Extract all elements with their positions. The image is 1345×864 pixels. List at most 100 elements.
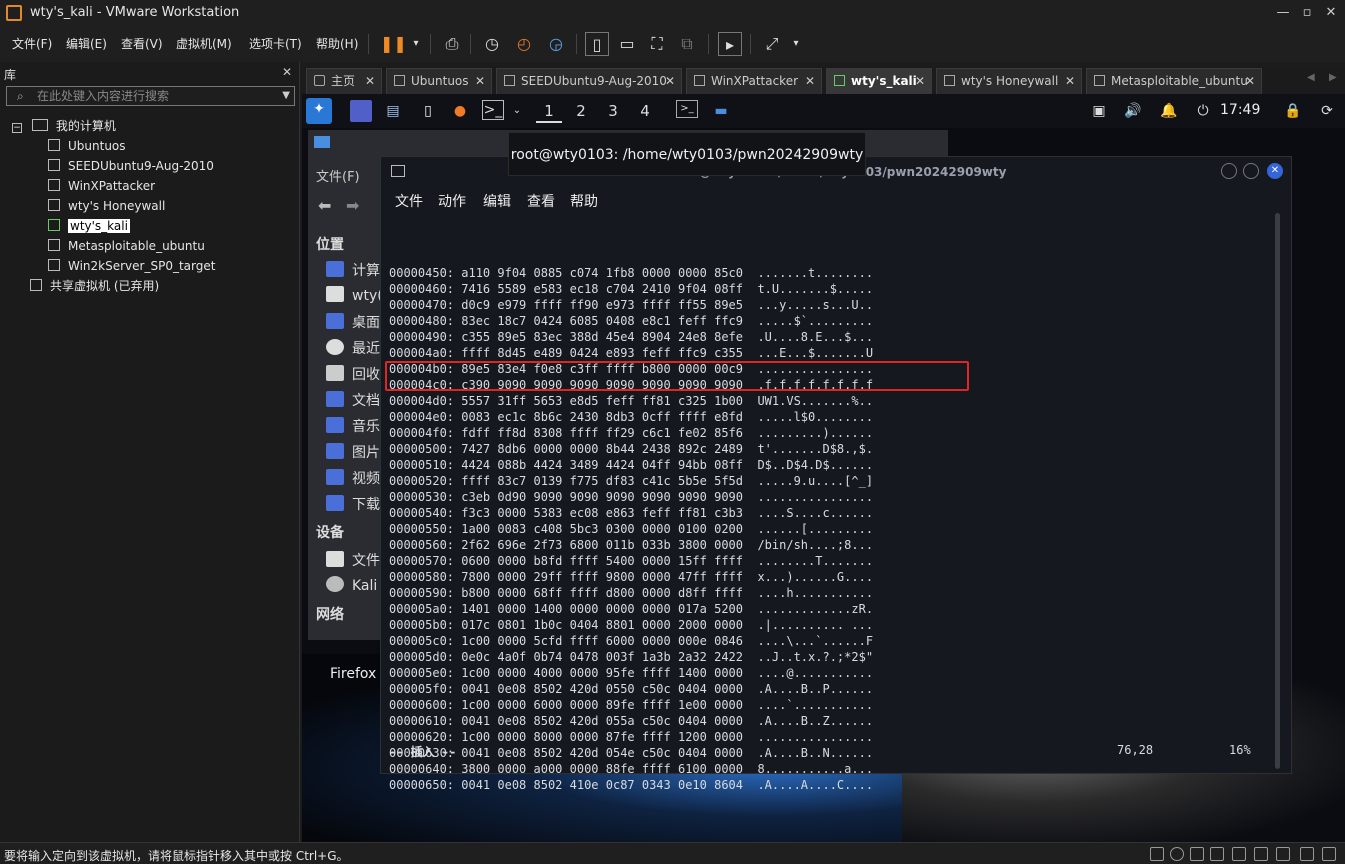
term-menu-view[interactable]: 查看 <box>527 191 555 211</box>
notifications-icon[interactable]: 🔔 <box>1158 100 1180 122</box>
display-icon[interactable] <box>1276 847 1290 861</box>
close-icon[interactable]: ✕ <box>665 69 675 93</box>
fm-place[interactable]: 视频 <box>326 468 380 488</box>
workspace-3[interactable]: 3 <box>600 99 626 123</box>
kali-menu-icon[interactable]: ✦ <box>306 98 332 124</box>
workspace-4[interactable]: 4 <box>632 99 658 123</box>
fm-place[interactable]: 桌面 <box>326 312 380 332</box>
terminal-icon[interactable]: >_ <box>482 100 504 120</box>
collapse-icon[interactable]: − <box>12 123 22 133</box>
hdd-icon[interactable] <box>1150 847 1164 861</box>
fm-place[interactable]: 图片 <box>326 442 380 462</box>
hex-dump-view[interactable]: 00000450: a110 9f04 0885 c074 1fb8 0000 … <box>385 217 969 793</box>
tab-ubuntuos[interactable]: Ubuntuos ✕ <box>386 68 492 94</box>
send-keys-icon[interactable]: ⎙ <box>440 32 464 56</box>
close-icon[interactable]: ✕ <box>365 69 375 93</box>
close-icon[interactable]: ✕ <box>475 69 485 93</box>
vm-guest-screen[interactable]: ✦ ▤ ▯ ● >_ ⌄ 1 2 3 4 >_ ▬ ▣ 🔊 🔔 ⏻ 17:49 … <box>302 94 1345 842</box>
workspace-2[interactable]: 2 <box>568 99 594 123</box>
menu-file[interactable]: 文件(F) <box>12 35 52 52</box>
chevron-down-icon[interactable]: ⌄ <box>506 100 528 122</box>
term-menu-file[interactable]: 文件 <box>395 191 423 211</box>
revert-snapshot-icon[interactable]: ◴ <box>512 32 536 56</box>
close-icon[interactable]: ✕ <box>282 65 292 79</box>
desktop-firefox-label[interactable]: Firefox <box>330 666 376 682</box>
printer-icon[interactable] <box>1254 847 1268 861</box>
menu-view[interactable]: 查看(V) <box>121 35 163 52</box>
thumbnail-view-icon[interactable]: ▭ <box>615 32 639 56</box>
show-desktop-icon[interactable] <box>350 100 372 122</box>
tree-vm-item[interactable]: Win2kServer_SP0_target <box>48 256 215 276</box>
fm-place[interactable]: 最近 <box>326 338 380 358</box>
forward-icon[interactable]: ➡ <box>346 196 359 215</box>
tree-vm-item[interactable]: WinXPattacker <box>48 176 155 196</box>
tab-seedubuntu[interactable]: SEEDUbuntu9-Aug-2010 ✕ <box>496 68 682 94</box>
volume-icon[interactable]: 🔊 <box>1122 100 1144 122</box>
tree-vm-item[interactable]: wty's Honeywall <box>48 196 165 216</box>
tab-metasploitable[interactable]: Metasploitable_ubuntu ✕ <box>1086 68 1262 94</box>
fm-menu-file[interactable]: 文件(F) <box>316 166 360 185</box>
chevron-down-icon[interactable]: ▼ <box>282 87 290 105</box>
close-icon[interactable]: ✕ <box>1320 2 1342 24</box>
tree-shared[interactable]: 共享虚拟机 (已弃用) <box>30 276 159 296</box>
fm-place[interactable]: 计算 <box>326 260 380 280</box>
firefox-icon[interactable]: ● <box>449 100 471 122</box>
tab-honeywall[interactable]: wty's Honeywall ✕ <box>936 68 1082 94</box>
fm-place[interactable]: wty( <box>326 286 383 304</box>
close-icon[interactable]: ✕ <box>1065 69 1075 93</box>
tab-winxpattacker[interactable]: WinXPattacker ✕ <box>686 68 822 94</box>
network-icon[interactable]: ▣ <box>1088 100 1110 122</box>
tab-scroll-right-icon[interactable]: ▶ <box>1329 72 1337 83</box>
back-icon[interactable]: ⬅ <box>318 196 331 215</box>
sound-icon[interactable] <box>1232 847 1246 861</box>
fm-place[interactable]: 下载 <box>326 494 380 514</box>
terminal-window[interactable]: root@wty0103: /home/wty0103/pwn20242909w… <box>380 156 1292 792</box>
fm-place[interactable]: 回收 <box>326 364 380 384</box>
menu-tabs[interactable]: 选项卡(T) <box>249 35 302 52</box>
power-icon[interactable]: ⏻ <box>1192 100 1214 122</box>
pause-icon[interactable]: ❚❚ <box>380 32 407 56</box>
fm-place[interactable]: 文档 <box>326 390 380 410</box>
tree-root[interactable]: − 我的计算机 <box>12 116 116 136</box>
expand-icon[interactable] <box>1322 847 1336 861</box>
term-menu-edit[interactable]: 编辑 <box>483 191 511 211</box>
taskbar-folder-icon[interactable]: ▬ <box>710 100 732 122</box>
file-manager-icon[interactable]: ▤ <box>382 100 404 122</box>
maximize-icon[interactable] <box>1243 163 1259 179</box>
stretch-icon[interactable]: ⤢ <box>760 32 784 56</box>
workspace-1[interactable]: 1 <box>536 99 562 123</box>
tab-scroll-left-icon[interactable]: ◀ <box>1307 72 1315 83</box>
term-menu-action[interactable]: 动作 <box>438 191 466 211</box>
taskbar-terminal-icon[interactable]: >_ <box>676 100 698 118</box>
fullscreen-icon[interactable]: ⛶ <box>645 32 669 56</box>
tree-vm-item[interactable]: Metasploitable_ubuntu <box>48 236 205 256</box>
tree-vm-item-selected[interactable]: wty's_kali <box>48 216 130 236</box>
network-adapter-icon[interactable] <box>1190 847 1204 861</box>
close-icon[interactable]: ✕ <box>915 69 925 93</box>
minimize-icon[interactable]: — <box>1272 2 1294 24</box>
maximize-icon[interactable]: ▫ <box>1296 2 1318 24</box>
usb-icon[interactable] <box>1210 847 1224 861</box>
text-editor-icon[interactable]: ▯ <box>417 100 439 122</box>
fm-device[interactable]: 文件 <box>326 550 380 570</box>
menu-help[interactable]: 帮助(H) <box>316 35 358 52</box>
chevron-down-icon[interactable]: ▾ <box>404 32 428 56</box>
terminal-scrollbar[interactable] <box>1275 213 1280 769</box>
snapshot-icon[interactable]: ◷ <box>480 32 504 56</box>
console-view-icon[interactable]: ▸ <box>718 32 742 56</box>
close-icon[interactable]: ✕ <box>1245 69 1255 93</box>
close-icon[interactable]: ✕ <box>805 69 815 93</box>
menu-edit[interactable]: 编辑(E) <box>66 35 107 52</box>
close-icon[interactable]: ✕ <box>1267 163 1283 179</box>
tab-home[interactable]: 主页 ✕ <box>306 68 382 94</box>
lock-icon[interactable]: 🔒 <box>1282 100 1304 122</box>
snapshot-manager-icon[interactable]: ◶ <box>544 32 568 56</box>
tab-wtys-kali[interactable]: wty's_kali ✕ <box>826 68 932 94</box>
fm-place[interactable]: 音乐 <box>326 416 380 436</box>
menu-vm[interactable]: 虚拟机(M) <box>176 35 232 52</box>
library-view-icon[interactable]: ▯ <box>585 32 609 56</box>
cd-icon[interactable] <box>1170 847 1184 861</box>
logout-icon[interactable]: ⟳ <box>1316 100 1338 122</box>
unity-icon[interactable]: ⧉ <box>675 32 699 56</box>
tree-vm-item[interactable]: SEEDUbuntu9-Aug-2010 <box>48 156 214 176</box>
